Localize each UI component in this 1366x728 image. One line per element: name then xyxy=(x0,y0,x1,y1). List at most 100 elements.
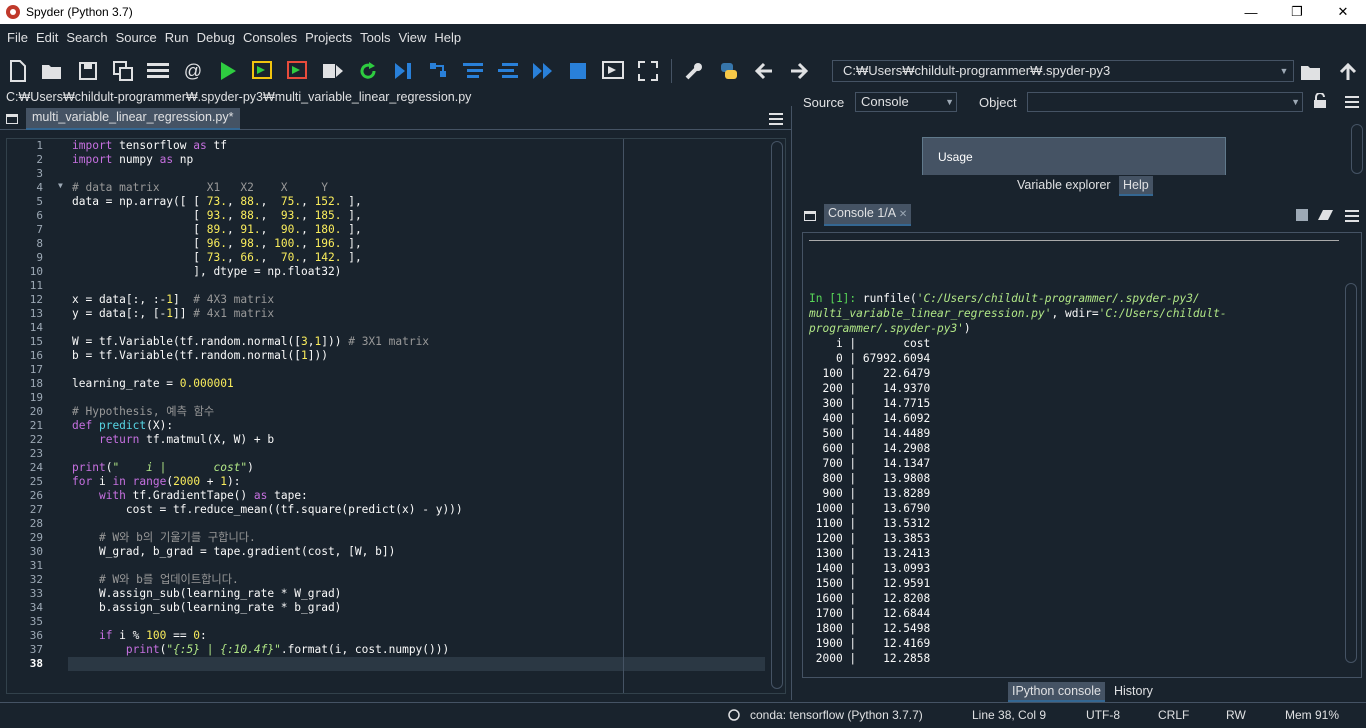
editor-tab-bar: multi_variable_linear_regression.py* xyxy=(0,106,792,130)
console-output-row: 500 | 14.4489 xyxy=(809,427,931,440)
browse-tabs-icon[interactable] xyxy=(6,114,18,124)
source-combo[interactable]: Console ▼ xyxy=(855,92,957,112)
line-number: 23 xyxy=(29,447,43,460)
code-line: W.assign_sub(learning_rate * W_grad) xyxy=(72,587,342,600)
preferences-icon[interactable] xyxy=(682,59,706,83)
maximize-button[interactable]: ❐ xyxy=(1274,0,1320,24)
tab-history[interactable]: History xyxy=(1110,682,1157,702)
minimize-button[interactable]: — xyxy=(1228,0,1274,24)
menu-consoles[interactable]: Consoles xyxy=(239,30,301,45)
help-options-menu-icon[interactable] xyxy=(1345,96,1359,108)
console-output-row: 1900 | 12.4169 xyxy=(809,637,931,650)
rerun-icon[interactable] xyxy=(356,59,380,83)
interrupt-kernel-icon[interactable] xyxy=(1296,209,1308,221)
chevron-down-icon[interactable]: ▼ xyxy=(1291,94,1300,110)
menu-search[interactable]: Search xyxy=(62,30,111,45)
tab-help[interactable]: Help xyxy=(1119,176,1153,196)
step-return-icon[interactable] xyxy=(496,59,520,83)
tab-editor-file[interactable]: multi_variable_linear_regression.py* xyxy=(26,108,240,130)
tab-variable-explorer[interactable]: Variable explorer xyxy=(1013,176,1115,196)
save-all-icon[interactable] xyxy=(111,59,135,83)
console-output-row: 1100 | 13.5312 xyxy=(809,517,931,530)
open-folder-icon[interactable] xyxy=(41,59,65,83)
menu-run[interactable]: Run xyxy=(161,30,193,45)
menu-edit[interactable]: Edit xyxy=(32,30,62,45)
run-icon[interactable] xyxy=(216,59,240,83)
maximize-pane-icon[interactable] xyxy=(601,59,625,83)
outline-icon[interactable] xyxy=(146,59,170,83)
code-line: # Hypothesis, 예측 함수 xyxy=(72,405,215,418)
fold-arrow-icon[interactable]: ▼ xyxy=(58,181,63,190)
line-number: 7 xyxy=(36,223,43,236)
debug-icon[interactable] xyxy=(391,59,415,83)
line-number: 8 xyxy=(36,237,43,250)
help-pane: Source Console ▼ Object ▼ Usage Variable… xyxy=(798,90,1366,200)
console-scrollbar[interactable] xyxy=(1345,283,1357,663)
chevron-down-icon[interactable]: ▼ xyxy=(1277,63,1291,79)
console-output-rows: 0 | 67992.6094 100 | 22.6479 200 | 14.93… xyxy=(809,351,1361,666)
console-output[interactable]: In [1]: runfile('C:/Users/childult-progr… xyxy=(802,232,1362,678)
forward-icon[interactable] xyxy=(787,59,811,83)
code-line: data = np.array([ [ 73., 88., 75., 152. … xyxy=(72,195,362,208)
close-button[interactable]: ✕ xyxy=(1320,0,1366,24)
console-output-row: 100 | 22.6479 xyxy=(809,367,931,380)
tab-ipython-console[interactable]: IPython console xyxy=(1008,682,1105,702)
editor-scrollbar[interactable] xyxy=(771,141,783,689)
code-line: with tf.GradientTape() as tape: xyxy=(98,489,308,502)
fullscreen-icon[interactable] xyxy=(636,59,660,83)
code-line: y = data[:, [-1]] # 4x1 matrix xyxy=(72,307,275,320)
line-number: 19 xyxy=(29,391,43,404)
stop-icon[interactable] xyxy=(566,59,590,83)
back-icon[interactable] xyxy=(752,59,776,83)
close-tab-icon[interactable]: ✕ xyxy=(899,209,907,220)
console-paren: ) xyxy=(963,322,971,335)
chevron-down-icon[interactable]: ▼ xyxy=(945,94,954,110)
tab-console[interactable]: Console 1/A ✕ xyxy=(824,204,912,226)
help-scrollbar[interactable] xyxy=(1351,124,1363,174)
code-editor[interactable]: 1 2 3 4 5 6 7 8 9 10 11 12 13 14 15 16 17 18 19 20 21 22 23 24 2… xyxy=(6,138,786,694)
step-into-icon[interactable] xyxy=(461,59,485,83)
console-output-row: 1300 | 13.2413 xyxy=(809,547,931,560)
status-eol: CRLF xyxy=(1158,708,1190,722)
lock-icon[interactable] xyxy=(1313,92,1327,109)
new-file-icon[interactable] xyxy=(6,59,30,83)
python-path-icon[interactable] xyxy=(717,59,741,83)
menu-projects[interactable]: Projects xyxy=(301,30,356,45)
browse-tabs-icon[interactable] xyxy=(804,211,816,221)
conda-icon xyxy=(728,709,740,724)
line-number: 21 xyxy=(29,419,43,432)
console-output-row: 200 | 14.9370 xyxy=(809,382,931,395)
object-label: Object xyxy=(979,95,1017,110)
continue-icon[interactable] xyxy=(531,59,555,83)
parent-directory-icon[interactable] xyxy=(1336,60,1360,84)
line-number: 5 xyxy=(36,195,43,208)
eraser-icon[interactable] xyxy=(1318,209,1334,224)
run-selection-icon[interactable] xyxy=(321,59,345,83)
browse-folder-icon[interactable] xyxy=(1300,60,1324,84)
at-icon[interactable]: @ xyxy=(181,59,205,83)
run-cell-icon[interactable] xyxy=(251,59,275,83)
save-icon[interactable] xyxy=(76,59,100,83)
menu-debug[interactable]: Debug xyxy=(193,30,239,45)
object-combo[interactable]: ▼ xyxy=(1027,92,1303,112)
line-number: 24 xyxy=(29,461,43,474)
console-options-menu-icon[interactable] xyxy=(1345,210,1359,222)
menu-help[interactable]: Help xyxy=(430,30,465,45)
run-cell-advance-icon[interactable] xyxy=(286,59,310,83)
menu-source[interactable]: Source xyxy=(112,30,161,45)
menu-file[interactable]: File xyxy=(3,30,32,45)
menu-view[interactable]: View xyxy=(394,30,430,45)
console-output-row: 2000 | 12.2858 xyxy=(809,652,931,665)
editor-options-menu-icon[interactable] xyxy=(769,113,783,125)
console-pane: Console 1/A ✕ In [1]: runfile('C:/Users/… xyxy=(798,202,1366,702)
code-line: ], dtype = np.float32) xyxy=(72,265,342,278)
working-directory-combo[interactable]: C:₩Users₩childult-programmer₩.spyder-py3… xyxy=(832,60,1294,82)
step-icon[interactable] xyxy=(426,59,450,83)
console-output-row: 300 | 14.7715 xyxy=(809,397,931,410)
status-bar: conda: tensorflow (Python 3.7.7) Line 38… xyxy=(0,702,1366,728)
code-line: import numpy as np xyxy=(72,153,194,166)
menu-tools[interactable]: Tools xyxy=(356,30,394,45)
